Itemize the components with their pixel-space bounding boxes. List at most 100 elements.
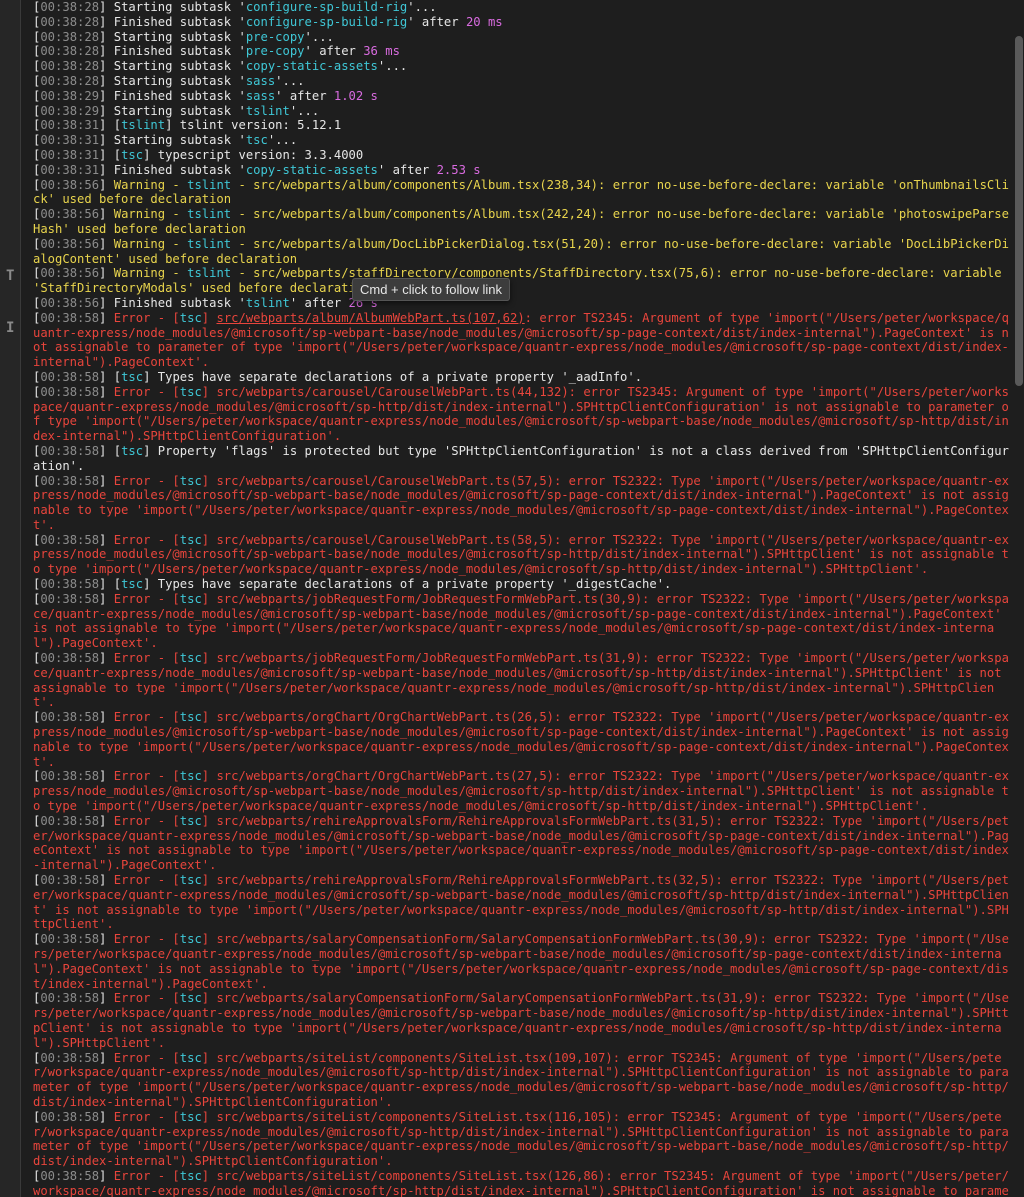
log-line: [00:38:58] Error - [tsc] src/webparts/re… (33, 873, 1013, 932)
timestamp-bracket: ] (99, 177, 114, 192)
timestamp: 00:38:58 (40, 532, 100, 547)
log-text: 2.53 s (436, 162, 481, 177)
log-line: [00:38:58] Error - [tsc] src/webparts/or… (33, 710, 1013, 769)
timestamp-bracket: ] (99, 147, 114, 162)
timestamp-bracket: ] (99, 59, 114, 74)
timestamp: 00:38:28 (40, 44, 100, 59)
log-text: tslint (187, 207, 232, 222)
timestamp-bracket: ] (99, 813, 114, 828)
log-line: [00:38:28] Finished subtask 'configure-s… (33, 15, 1013, 30)
timestamp: 00:38:58 (40, 932, 100, 947)
log-text: Error - [ (113, 473, 180, 488)
log-text: Finished subtask ' (113, 162, 246, 177)
log-line: [00:38:28] Starting subtask 'sass'... (33, 74, 1013, 89)
log-text: ] Property 'flags' is protected but type… (33, 443, 1009, 473)
log-line: [00:38:58] Error - [tsc] src/webparts/or… (33, 769, 1013, 813)
log-text: '... (275, 73, 305, 88)
log-text: '... (377, 59, 408, 74)
log-text: configure-sp-build-rig (245, 14, 408, 29)
log-text: ' after (289, 295, 349, 310)
log-line: [00:38:58] [tsc] Property 'flags' is pro… (33, 444, 1013, 474)
timestamp-bracket: ] (99, 473, 114, 488)
log-line: [00:38:56] Warning - tslint - src/webpar… (33, 266, 1013, 296)
timestamp-bracket: ] (99, 310, 114, 325)
timestamp: 00:38:58 (40, 873, 100, 888)
timestamp: 00:38:29 (40, 88, 100, 103)
log-line: [00:38:56] Finished subtask 'tslint' aft… (33, 296, 1013, 311)
log-line: [00:38:31] Starting subtask 'tsc'... (33, 133, 1013, 148)
timestamp-bracket: ] (99, 991, 114, 1006)
log-line: [00:38:56] Warning - tslint - src/webpar… (33, 237, 1013, 267)
timestamp: 00:38:58 (40, 769, 100, 784)
timestamp: 00:38:31 (40, 147, 100, 162)
timestamp: 00:38:56 (40, 177, 100, 192)
terminal-window[interactable]: T I [00:38:28] Starting subtask 'configu… (0, 0, 1024, 1197)
log-text: tslint (121, 118, 166, 133)
log-line: [00:38:29] Finished subtask 'sass' after… (33, 89, 1013, 104)
log-text: copy-static-assets (245, 59, 378, 74)
timestamp-bracket: ] (99, 1168, 114, 1183)
timestamp-bracket: ] (99, 384, 114, 399)
log-text: Error - [ (113, 1050, 180, 1065)
log-line: [00:38:28] Finished subtask 'pre-copy' a… (33, 44, 1013, 59)
log-text: Error - [ (113, 384, 180, 399)
log-text: tsc (179, 591, 202, 606)
timestamp-bracket: ] (99, 266, 114, 281)
log-text: Warning - (113, 207, 188, 222)
log-text: [ (113, 118, 122, 133)
log-text: Error - [ (113, 310, 180, 325)
timestamp: 00:38:58 (40, 384, 100, 399)
log-text: copy-static-assets (245, 162, 378, 177)
log-text: tsc (121, 369, 144, 384)
timestamp: 00:38:58 (40, 991, 100, 1006)
log-line: [00:38:58] Error - [tsc] src/webparts/sa… (33, 932, 1013, 991)
log-text: tslint (187, 236, 232, 251)
log-text: Finished subtask ' (113, 14, 246, 29)
log-line: [00:38:58] Error - [tsc] src/webparts/ca… (33, 533, 1013, 577)
scrollbar-thumb[interactable] (1015, 36, 1023, 386)
log-text: [ (113, 443, 122, 458)
file-link[interactable]: src/webparts/album/AlbumWebPart.ts(107,6… (216, 311, 524, 325)
text-cursor-icon: T (6, 268, 15, 284)
log-text: pre-copy (245, 44, 305, 59)
log-text: ' after (304, 44, 364, 59)
timestamp: 00:38:29 (40, 103, 100, 118)
log-text: Starting subtask ' (113, 133, 246, 148)
log-text: tsc (121, 577, 144, 592)
log-text: Starting subtask ' (113, 103, 246, 118)
timestamp-bracket: ] (99, 44, 114, 59)
timestamp: 00:38:31 (40, 162, 100, 177)
log-line: [00:38:58] [tsc] Types have separate dec… (33, 577, 1013, 592)
log-line: [00:38:58] Error - [tsc] src/webparts/jo… (33, 651, 1013, 710)
log-text: tsc (179, 769, 202, 784)
log-text: tsc (179, 651, 202, 666)
log-text: Finished subtask ' (113, 88, 246, 103)
log-text: Finished subtask ' (113, 295, 246, 310)
timestamp: 00:38:28 (40, 29, 100, 44)
vertical-scrollbar[interactable] (1014, 0, 1024, 1197)
log-line: [00:38:31] Finished subtask 'copy-static… (33, 163, 1013, 178)
timestamp: 00:38:58 (40, 651, 100, 666)
timestamp-bracket: ] (99, 873, 114, 888)
timestamp: 00:38:56 (40, 236, 100, 251)
log-text: Starting subtask ' (113, 73, 246, 88)
log-line: [00:38:29] Starting subtask 'tslint'... (33, 104, 1013, 119)
log-line: [00:38:58] Error - [tsc] src/webparts/si… (33, 1169, 1013, 1197)
log-line: [00:38:58] Error - [tsc] src/webparts/sa… (33, 991, 1013, 1050)
log-text: Starting subtask ' (113, 59, 246, 74)
log-text: Error - [ (113, 1109, 180, 1124)
log-text: tsc (121, 443, 144, 458)
timestamp-bracket: ] (99, 207, 114, 222)
log-line: [00:38:58] Error - [tsc] src/webparts/si… (33, 1051, 1013, 1110)
timestamp-bracket: ] (99, 710, 114, 725)
log-text: tsc (179, 932, 202, 947)
timestamp-bracket: ] (99, 443, 114, 458)
log-text: tsc (121, 147, 144, 162)
log-line: [00:38:31] [tslint] tslint version: 5.12… (33, 118, 1013, 133)
timestamp-bracket: ] (99, 88, 114, 103)
timestamp-bracket: ] (99, 133, 114, 148)
timestamp: 00:38:28 (40, 14, 100, 29)
log-line: [00:38:58] Error - [tsc] src/webparts/ca… (33, 474, 1013, 533)
log-text: tsc (179, 873, 202, 888)
log-line: [00:38:56] Warning - tslint - src/webpar… (33, 207, 1013, 237)
